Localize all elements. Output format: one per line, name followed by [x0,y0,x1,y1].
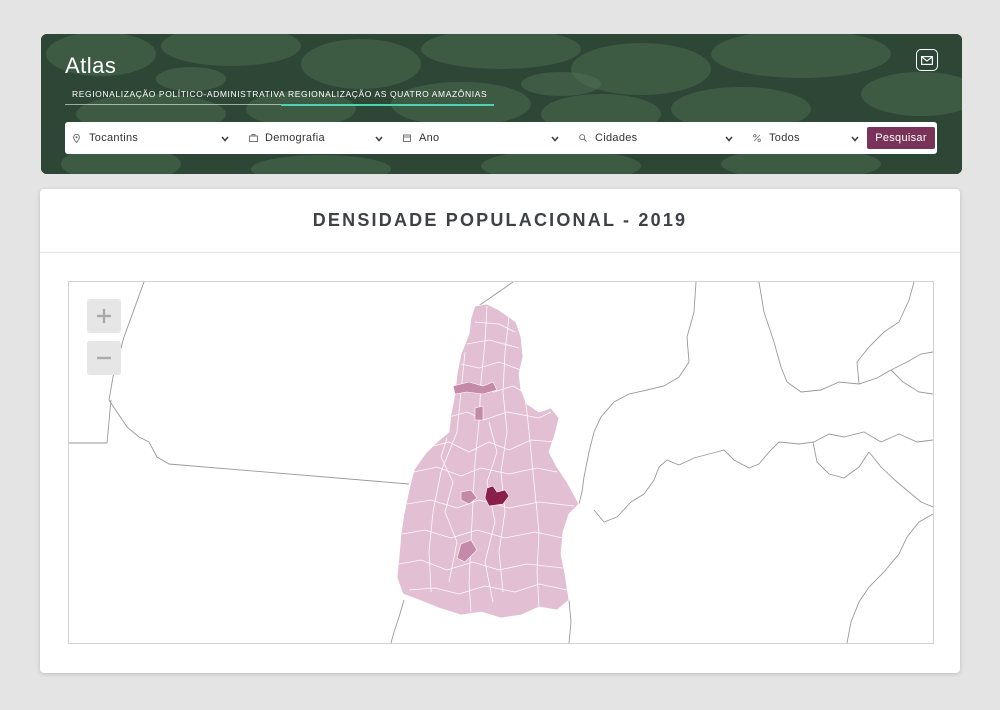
search-icon [579,134,591,142]
location-pin-icon [73,133,85,143]
calendar-icon [403,134,415,142]
minus-icon [97,356,111,360]
boundary-line [758,282,933,393]
map-title: DENSIDADE POPULACIONAL - 2019 [40,189,960,253]
filter-bar: Tocantins Demografia Ano Cidades Todos P… [65,122,937,154]
municipality-mid-density [474,405,484,421]
mail-icon[interactable] [916,49,938,71]
boundary-line [578,282,697,505]
state-select-value: Tocantins [89,132,139,144]
cities-select-value: Cidades [595,132,638,144]
state-select[interactable]: Tocantins [73,122,229,154]
chevron-down-icon [375,133,383,145]
boundary-line [812,441,870,479]
theme-select-value: Demografia [265,132,325,144]
app-title: Atlas [65,53,117,78]
boundary-line [593,431,933,523]
chevron-down-icon [851,133,859,145]
boundary-line [476,282,514,308]
plus-icon [97,309,111,323]
percent-icon [753,134,765,142]
chevron-down-icon [725,133,733,145]
indicator-select-value: Todos [769,132,800,144]
indicator-select[interactable]: Todos [753,122,859,154]
chevron-down-icon [551,133,559,145]
boundary-line [69,399,112,444]
boundary-line [390,599,405,643]
year-select-value: Ano [419,132,440,144]
search-button[interactable]: Pesquisar [867,127,935,149]
boundary-line [846,513,933,643]
boundary-line [856,282,915,385]
chevron-down-icon [221,133,229,145]
tab-regionalizacao-quatro-amazonias[interactable]: REGIONALIZAÇÃO AS QUATRO AMAZÔNIAS [281,84,494,106]
map-canvas[interactable] [69,282,933,643]
boundary-line [108,282,410,485]
zoom-out-button[interactable] [87,341,121,375]
theme-select[interactable]: Demografia [249,122,383,154]
boundary-line [868,451,933,508]
boundary-line [568,599,572,643]
header-banner: Atlas REGIONALIZAÇÃO POLÍTICO-ADMINISTRA… [41,34,962,174]
briefcase-icon [249,134,261,142]
map-card: DENSIDADE POPULACIONAL - 2019 [40,189,960,673]
choropleth-map[interactable] [68,281,934,644]
year-select[interactable]: Ano [403,122,559,154]
tocantins-state-shape[interactable] [396,303,580,619]
cities-select[interactable]: Cidades [579,122,733,154]
tab-regionalizacao-politico-administrativa[interactable]: REGIONALIZAÇÃO POLÍTICO-ADMINISTRATIVA [65,84,285,105]
boundary-line [890,369,933,395]
zoom-in-button[interactable] [87,299,121,333]
